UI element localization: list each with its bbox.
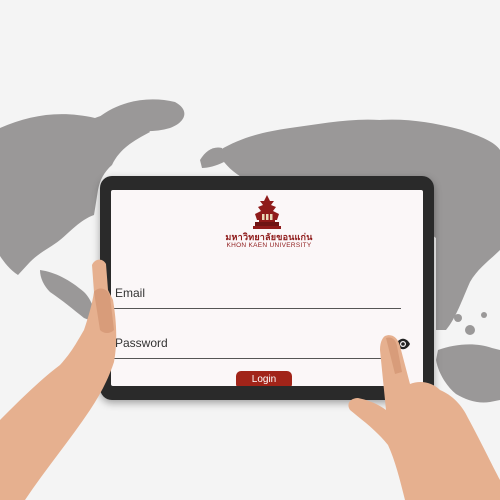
email-underline [111,308,401,309]
password-underline [111,358,401,359]
email-field[interactable]: Email [111,278,401,316]
university-name-english: KHON KAEN UNIVERSITY [226,242,312,249]
email-label: Email [115,286,146,300]
university-logo: มหาวิทยาลัยขอนแก่น KHON KAEN UNIVERSITY [223,192,315,258]
password-field[interactable]: Password [111,328,401,366]
university-emblem-icon [253,195,281,229]
eye-icon[interactable] [395,338,411,350]
login-screen: มหาวิทยาลัยขอนแก่น KHON KAEN UNIVERSITY … [111,190,423,386]
login-button[interactable]: Login [236,371,292,386]
tablet-frame: มหาวิทยาลัยขอนแก่น KHON KAEN UNIVERSITY … [100,176,434,400]
password-label: Password [115,336,168,350]
